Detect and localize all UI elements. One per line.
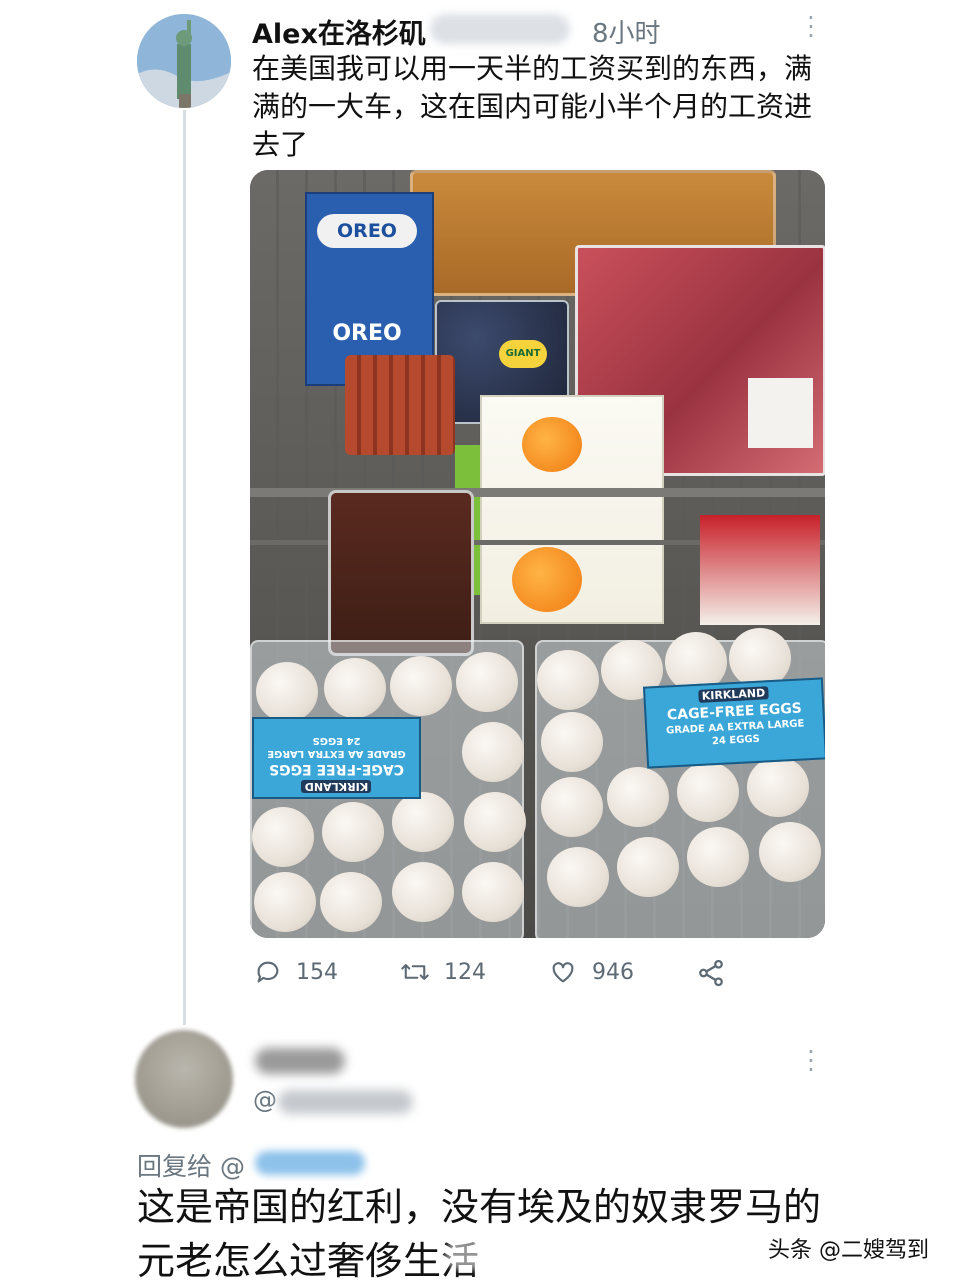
- reply-icon: [257, 961, 279, 983]
- reply-handle-redacted: [278, 1090, 413, 1114]
- reply-action[interactable]: 154: [254, 958, 338, 986]
- watermark: 头条 @二嫂驾到: [768, 1238, 929, 1263]
- reply-handle-prefix: @: [253, 1086, 277, 1114]
- egg: [464, 792, 526, 852]
- egg: [324, 658, 386, 718]
- egg: [677, 762, 739, 822]
- egg: [462, 862, 524, 922]
- misc-box: [700, 515, 820, 625]
- more-icon[interactable]: · · ·: [804, 1040, 818, 1082]
- tweet-time: 8小时: [592, 19, 661, 49]
- egg: [541, 712, 603, 772]
- egg-carton-label: KIRKLAND CAGE-FREE EGGS GRADE AA EXTRA L…: [642, 677, 825, 769]
- tweet-text: 在美国我可以用一天半的工资买到的东西，满满的一大车，这在国内可能小半个月的工资进…: [252, 52, 813, 161]
- share-icon: [699, 959, 723, 987]
- like-count: 946: [592, 959, 634, 985]
- egg: [392, 792, 454, 852]
- orange-graphic: [512, 547, 582, 612]
- egg: [617, 837, 679, 897]
- egg: [252, 807, 314, 867]
- egg: [390, 656, 452, 716]
- egg: [537, 650, 599, 710]
- egg: [456, 652, 518, 712]
- egg-tray: KIRKLAND CAGE-FREE EGGS GRADE AA EXTRA L…: [250, 640, 526, 938]
- replying-to-handle-redacted[interactable]: [255, 1151, 365, 1175]
- thread-line: [183, 110, 186, 1025]
- egg: [462, 722, 524, 782]
- egg-label-line3: 24 EGGS: [312, 735, 361, 746]
- retweet-count: 124: [444, 959, 486, 985]
- price-label: [748, 378, 813, 448]
- share-action[interactable]: [696, 958, 726, 988]
- reply-text: 这是帝国的红利，没有埃及的奴隶罗马的元老怎么过奢侈生活: [137, 1185, 822, 1283]
- kirkland-brand: KIRKLAND: [698, 686, 769, 703]
- kirkland-brand: KIRKLAND: [301, 780, 372, 793]
- egg: [687, 827, 749, 887]
- egg: [541, 777, 603, 837]
- egg: [747, 757, 809, 817]
- author-avatar[interactable]: [137, 14, 231, 108]
- tweet-photo[interactable]: OREO OREO GIANT KIRKLAND CAGE-FREE EGGS …: [250, 170, 825, 938]
- orange-graphic: [522, 417, 582, 472]
- egg: [759, 822, 821, 882]
- watermark-overlay: [445, 1240, 575, 1270]
- egg-label-line1: CAGE-FREE EGGS: [269, 761, 404, 777]
- egg: [254, 872, 316, 932]
- retweet-action[interactable]: 124: [400, 958, 486, 986]
- replying-to-label: 回复给 @: [137, 1152, 245, 1181]
- author-handle-redacted: [430, 14, 570, 44]
- statue-of-liberty-avatar-image: [137, 14, 231, 108]
- reply-author-name-redacted: [255, 1048, 345, 1074]
- egg: [320, 872, 382, 932]
- egg-tray: KIRKLAND CAGE-FREE EGGS GRADE AA EXTRA L…: [535, 628, 825, 938]
- like-action[interactable]: 946: [548, 958, 634, 986]
- reply-count: 154: [296, 959, 338, 985]
- oreo-label: OREO: [317, 214, 417, 248]
- egg: [607, 767, 669, 827]
- egg: [547, 847, 609, 907]
- egg-label-line2: GRADE AA EXTRA LARGE: [267, 748, 406, 759]
- more-icon[interactable]: · · ·: [804, 6, 818, 48]
- orange-juice-box: [480, 395, 664, 624]
- egg-carton-label: KIRKLAND CAGE-FREE EGGS GRADE AA EXTRA L…: [252, 717, 421, 799]
- giant-badge: GIANT: [499, 340, 547, 368]
- egg: [256, 662, 318, 722]
- retweet-icon: [401, 964, 429, 980]
- oreo-label-lower: OREO: [332, 321, 402, 346]
- egg: [322, 802, 384, 862]
- egg: [392, 862, 454, 922]
- like-icon: [552, 962, 574, 983]
- author-name[interactable]: Alex在洛杉矶: [252, 12, 426, 51]
- reply-author-avatar[interactable]: [135, 1030, 233, 1128]
- meat-tray: [328, 490, 474, 656]
- hotdog-pack: [345, 355, 455, 455]
